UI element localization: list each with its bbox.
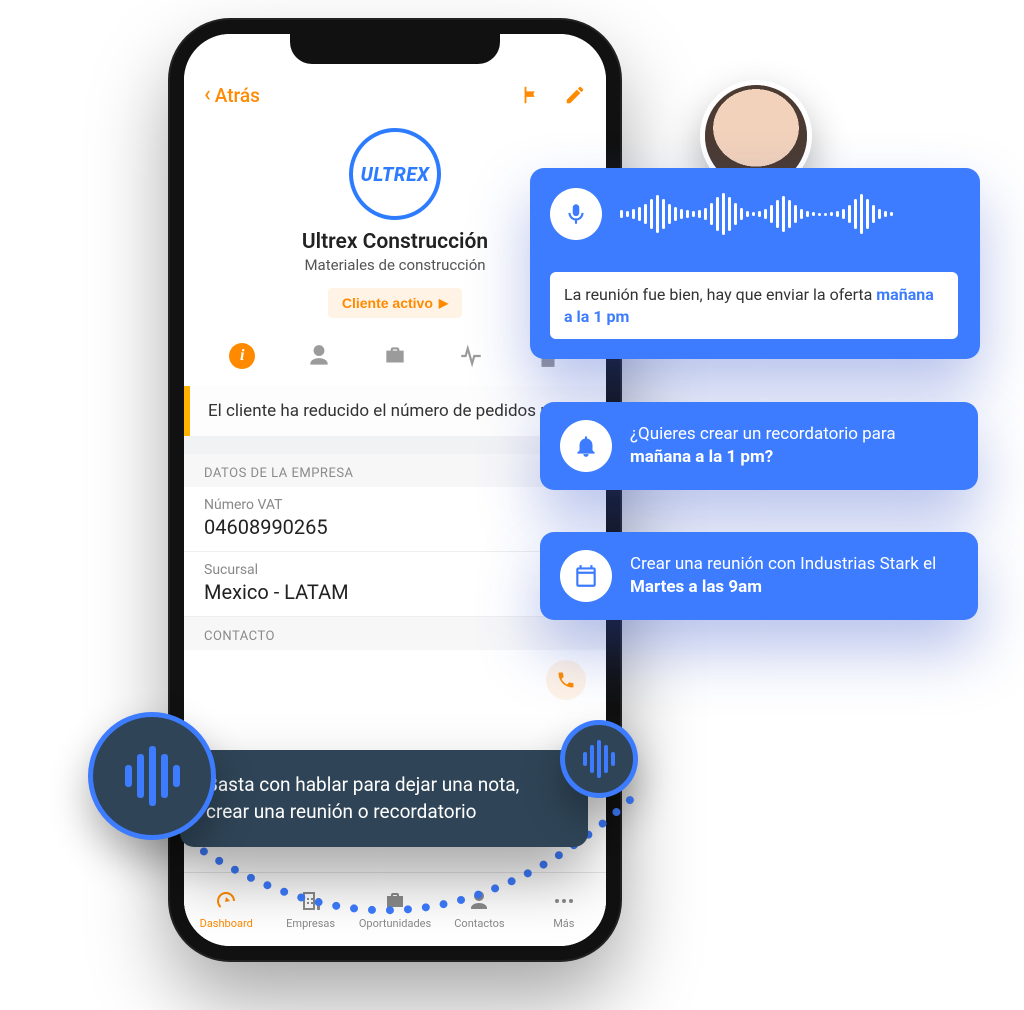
status-pill[interactable]: Cliente activo ▶ — [328, 288, 462, 318]
company-logo: ULTREX — [349, 128, 441, 220]
tab-activity[interactable] — [457, 342, 485, 370]
bottom-tabbar: Dashboard Empresas Oportunidades Contact… — [184, 872, 606, 946]
vat-label: Número VAT — [204, 497, 586, 513]
phone-notch — [290, 34, 500, 64]
voice-tooltip-text: Basta con hablar para dejar una nota, cr… — [206, 773, 519, 823]
chevron-right-icon: ▶ — [439, 296, 448, 310]
status-label: Cliente activo — [342, 295, 433, 311]
tab-empresas[interactable]: Empresas — [268, 873, 352, 946]
tab-dashboard[interactable]: Dashboard — [184, 873, 268, 946]
voice-card-transcript: La reunión fue bien, hay que enviar la o… — [530, 168, 980, 359]
tab-info[interactable]: i — [228, 342, 256, 370]
meeting-text: Crear una reunión con Industrias Stark e… — [630, 553, 952, 599]
tab-profile[interactable] — [305, 342, 333, 370]
voice-tooltip: Basta con hablar para dejar una nota, cr… — [180, 750, 588, 847]
call-button[interactable] — [546, 660, 586, 700]
vat-value: 04608990265 — [204, 515, 586, 539]
tab-contactos-label: Contactos — [454, 917, 504, 930]
waveform-icon — [620, 191, 958, 237]
briefcase-icon — [383, 889, 407, 913]
building-icon — [299, 889, 323, 913]
company-logo-text: ULTREX — [361, 163, 430, 186]
tab-mas[interactable]: Más — [522, 873, 606, 946]
tab-empresas-label: Empresas — [286, 917, 335, 930]
flag-icon[interactable] — [520, 84, 542, 106]
person-icon — [467, 889, 491, 913]
tab-contactos[interactable]: Contactos — [437, 873, 521, 946]
more-icon — [552, 889, 576, 913]
tab-oportunidades-label: Oportunidades — [359, 917, 431, 930]
branch-label: Sucursal — [204, 562, 586, 578]
chevron-left-icon: ‹ — [204, 84, 211, 106]
microphone-icon[interactable] — [550, 188, 602, 240]
voice-card-reminder[interactable]: ¿Quieres crear un recordatorio para maña… — [540, 402, 978, 490]
alert-text: El cliente ha reducido el número de pedi… — [208, 401, 585, 421]
navbar: ‹ Atrás — [184, 72, 606, 116]
tab-oportunidades[interactable]: Oportunidades — [353, 873, 437, 946]
tab-dashboard-label: Dashboard — [200, 917, 253, 930]
gauge-icon — [214, 889, 238, 913]
sound-badge-large — [88, 712, 216, 840]
edit-icon[interactable] — [564, 84, 586, 106]
phone-icon — [556, 670, 576, 690]
contact-row[interactable] — [184, 650, 606, 710]
transcript-text-a: La reunión fue bien, hay que enviar la o… — [564, 285, 876, 304]
voice-transcript-box: La reunión fue bien, hay que enviar la o… — [550, 272, 958, 339]
reminder-text: ¿Quieres crear un recordatorio para maña… — [630, 423, 952, 469]
section-title-contacto: CONTACTO — [184, 617, 606, 650]
tab-mas-label: Más — [553, 917, 574, 930]
sound-badge-small — [560, 720, 638, 798]
back-label: Atrás — [215, 84, 260, 107]
bell-icon — [560, 420, 612, 472]
tab-briefcase[interactable] — [381, 342, 409, 370]
branch-value: Mexico - LATAM — [204, 580, 586, 604]
back-button[interactable]: ‹ Atrás — [204, 84, 260, 107]
calendar-icon — [560, 550, 612, 602]
voice-card-meeting[interactable]: Crear una reunión con Industrias Stark e… — [540, 532, 978, 620]
